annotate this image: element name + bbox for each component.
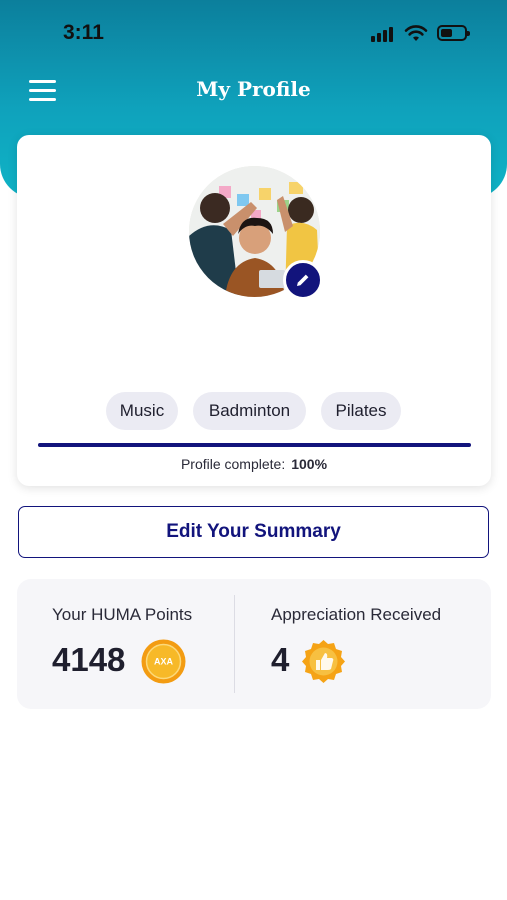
coin-label: AXA [154, 657, 174, 667]
status-time: 3:11 [63, 21, 104, 44]
wifi-icon [404, 25, 428, 41]
stats-panel: Your HUMA Points 4148 AXA Appreciation R… [17, 579, 491, 709]
appreciation-label: Appreciation Received [271, 605, 442, 624]
points-value: 4148 [52, 641, 126, 678]
profile-progress-value: 100% [291, 456, 328, 472]
profile-progress-text: Profile complete: 100% [17, 456, 491, 472]
battery-icon [437, 25, 470, 41]
profile-progress-label: Profile complete: [180, 456, 286, 472]
points-label: Your HUMA Points [52, 605, 193, 624]
pencil-icon [297, 274, 309, 286]
edit-summary-button[interactable]: Edit Your Summary [18, 506, 489, 558]
interest-chip[interactable]: Badminton [193, 392, 306, 430]
coin-icon: AXA [141, 639, 186, 684]
appreciation-value: 4 [271, 641, 290, 678]
profile-progress-fill [38, 443, 471, 447]
edit-photo-button[interactable] [283, 260, 323, 300]
cellular-signal-icon [371, 26, 397, 42]
interest-chips: Music Badminton Pilates [17, 392, 491, 430]
stats-divider [234, 595, 235, 693]
status-bar: 3:11 [0, 0, 507, 64]
thumbs-up-badge-icon [302, 640, 345, 683]
profile-card: Music Badminton Pilates Profile complete… [17, 135, 491, 486]
page-title: My Profile [196, 77, 311, 101]
interest-chip[interactable]: Music [106, 392, 178, 430]
profile-progress-bar [38, 443, 471, 447]
interest-chip[interactable]: Pilates [321, 392, 401, 430]
